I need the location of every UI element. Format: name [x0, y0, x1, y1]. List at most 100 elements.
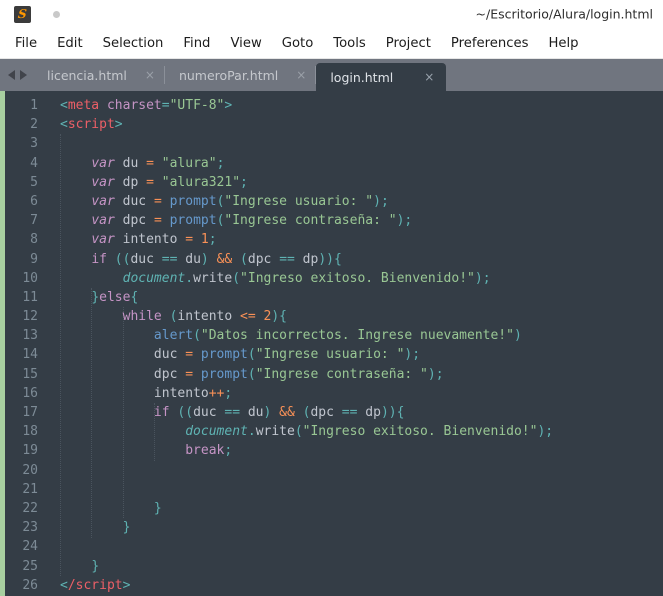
- line-number: 21: [22, 481, 38, 497]
- line-content[interactable]: break;: [38, 441, 663, 460]
- code-line[interactable]: 18 document.write("Ingreso exitoso. Bien…: [5, 422, 663, 441]
- code-token: ;: [412, 347, 421, 363]
- menu-item-find[interactable]: Find: [173, 33, 220, 54]
- code-token: ;: [380, 193, 389, 209]
- code-token: "Ingreso exitoso. Bienvenido!": [302, 424, 538, 440]
- code-line[interactable]: 11 }else{: [5, 288, 663, 307]
- code-line[interactable]: 19 break;: [5, 441, 663, 460]
- code-line[interactable]: 25 }: [5, 557, 663, 576]
- tab-close-icon[interactable]: ×: [406, 71, 434, 83]
- tab-nav-arrows: [0, 59, 33, 91]
- code-token: "Ingreso exitoso. Bienvenido!": [240, 270, 475, 286]
- line-number: 12: [22, 309, 38, 325]
- code-line[interactable]: 14 duc = prompt("Ingrese usuario: ");: [5, 345, 663, 364]
- line-content[interactable]: }: [38, 557, 663, 576]
- menu-item-goto[interactable]: Goto: [272, 33, 324, 54]
- code-line[interactable]: 1 <meta charset="UTF-8">: [5, 96, 663, 115]
- code-line[interactable]: 16 intento++;: [5, 384, 663, 403]
- code-token: =: [185, 232, 194, 248]
- line-content[interactable]: <script>: [38, 115, 663, 134]
- code-line[interactable]: 15 dpc = prompt("Ingrese contraseña: ");: [5, 365, 663, 384]
- code-view[interactable]: 1 <meta charset="UTF-8"> 2 <script> 3 4 var d…: [5, 91, 663, 596]
- code-line[interactable]: 10 document.write("Ingreso exitoso. Bien…: [5, 269, 663, 288]
- line-number: 15: [22, 366, 38, 382]
- code-line[interactable]: 24: [5, 537, 663, 556]
- code-token: (: [294, 424, 303, 440]
- code-line[interactable]: 23 }: [5, 518, 663, 537]
- code-token: =: [153, 213, 162, 229]
- line-content[interactable]: var duc = prompt("Ingrese usuario: ");: [38, 192, 663, 211]
- line-content[interactable]: var intento = 1;: [38, 230, 663, 249]
- line-content[interactable]: }else{: [38, 288, 663, 307]
- code-token: alert: [153, 328, 194, 344]
- line-content[interactable]: </script>: [38, 576, 663, 595]
- code-line[interactable]: 5 var dp = "alura321";: [5, 173, 663, 192]
- line-content[interactable]: }: [38, 518, 663, 537]
- menu-item-selection[interactable]: Selection: [93, 33, 174, 54]
- line-content[interactable]: alert("Datos incorrectos. Ingrese nuevam…: [38, 326, 663, 345]
- title-bar: S ~/Escritorio/Alura/login.html: [0, 0, 663, 28]
- code-token: intento: [177, 309, 241, 325]
- line-number: 4: [30, 155, 38, 171]
- code-line[interactable]: 9 if ((duc == du) && (dpc == dp)){: [5, 250, 663, 269]
- menu-bar: File Edit Selection Find View Goto Tools Projec…: [0, 28, 663, 59]
- line-content[interactable]: }: [38, 499, 663, 518]
- code-line[interactable]: 4 var du = "alura";: [5, 154, 663, 173]
- line-content[interactable]: duc = prompt("Ingrese usuario: ");: [38, 345, 663, 364]
- line-content[interactable]: while (intento <= 2){: [38, 307, 663, 326]
- code-line[interactable]: 3: [5, 134, 663, 153]
- code-line[interactable]: 12 while (intento <= 2){: [5, 307, 663, 326]
- code-line[interactable]: 2 <script>: [5, 115, 663, 134]
- line-content[interactable]: document.write("Ingreso exitoso. Bienven…: [38, 422, 663, 441]
- menu-item-help[interactable]: Help: [538, 33, 588, 54]
- tab-close-icon[interactable]: ×: [278, 69, 306, 81]
- line-number: 1: [30, 98, 38, 113]
- code-token: &&: [216, 251, 233, 267]
- code-token: var: [91, 193, 115, 209]
- code-token: ;: [240, 174, 248, 190]
- code-line[interactable]: 22 }: [5, 499, 663, 518]
- code-line[interactable]: 20: [5, 461, 663, 480]
- code-token: ==: [161, 251, 178, 267]
- code-token: ==: [224, 405, 241, 420]
- code-token: "alura321": [161, 174, 241, 190]
- code-editor[interactable]: 1 <meta charset="UTF-8"> 2 <script> 3 4 var d…: [0, 91, 663, 596]
- line-content[interactable]: var dpc = prompt("Ingrese contraseña: ")…: [38, 211, 663, 230]
- code-line[interactable]: 6 var duc = prompt("Ingrese usuario: ");: [5, 192, 663, 211]
- line-content[interactable]: if ((duc == du) && (dpc == dp)){: [38, 250, 663, 269]
- menu-item-view[interactable]: View: [220, 33, 271, 54]
- code-line[interactable]: 26 </script>: [5, 576, 663, 595]
- tab-login-html[interactable]: login.html ×: [316, 63, 447, 91]
- line-content[interactable]: var dp = "alura321";: [38, 173, 663, 192]
- code-line[interactable]: 17 if ((duc == du) && (dpc == dp)){: [5, 403, 663, 422]
- code-token: duc: [114, 193, 154, 209]
- code-line[interactable]: 13 alert("Datos incorrectos. Ingrese nue…: [5, 326, 663, 345]
- tab-licencia-html[interactable]: licencia.html ×: [33, 59, 165, 91]
- line-content[interactable]: <meta charset="UTF-8">: [38, 96, 663, 115]
- code-line[interactable]: 8 var intento = 1;: [5, 230, 663, 249]
- menu-item-edit[interactable]: Edit: [47, 33, 93, 54]
- menu-item-tools[interactable]: Tools: [323, 33, 375, 54]
- code-token: =: [161, 98, 170, 113]
- line-content[interactable]: if ((duc == du) && (dpc == dp)){: [38, 403, 663, 422]
- tab-close-icon[interactable]: ×: [127, 69, 155, 81]
- menu-item-file[interactable]: File: [5, 33, 47, 54]
- code-line[interactable]: 21: [5, 480, 663, 499]
- tab-numeropar-html[interactable]: numeroPar.html ×: [165, 59, 317, 91]
- line-content[interactable]: dpc = prompt("Ingrese contraseña: ");: [38, 365, 663, 384]
- code-token: =: [146, 174, 154, 190]
- tab-prev-arrow-icon[interactable]: [8, 70, 15, 80]
- line-content[interactable]: document.write("Ingreso exitoso. Bienven…: [38, 269, 663, 288]
- menu-item-project[interactable]: Project: [376, 33, 441, 54]
- tab-next-arrow-icon[interactable]: [20, 70, 27, 80]
- code-line[interactable]: 7 var dpc = prompt("Ingrese contraseña: …: [5, 211, 663, 230]
- line-content[interactable]: intento++;: [38, 384, 663, 403]
- menu-item-preferences[interactable]: Preferences: [441, 33, 539, 54]
- line-content[interactable]: var du = "alura";: [38, 154, 663, 173]
